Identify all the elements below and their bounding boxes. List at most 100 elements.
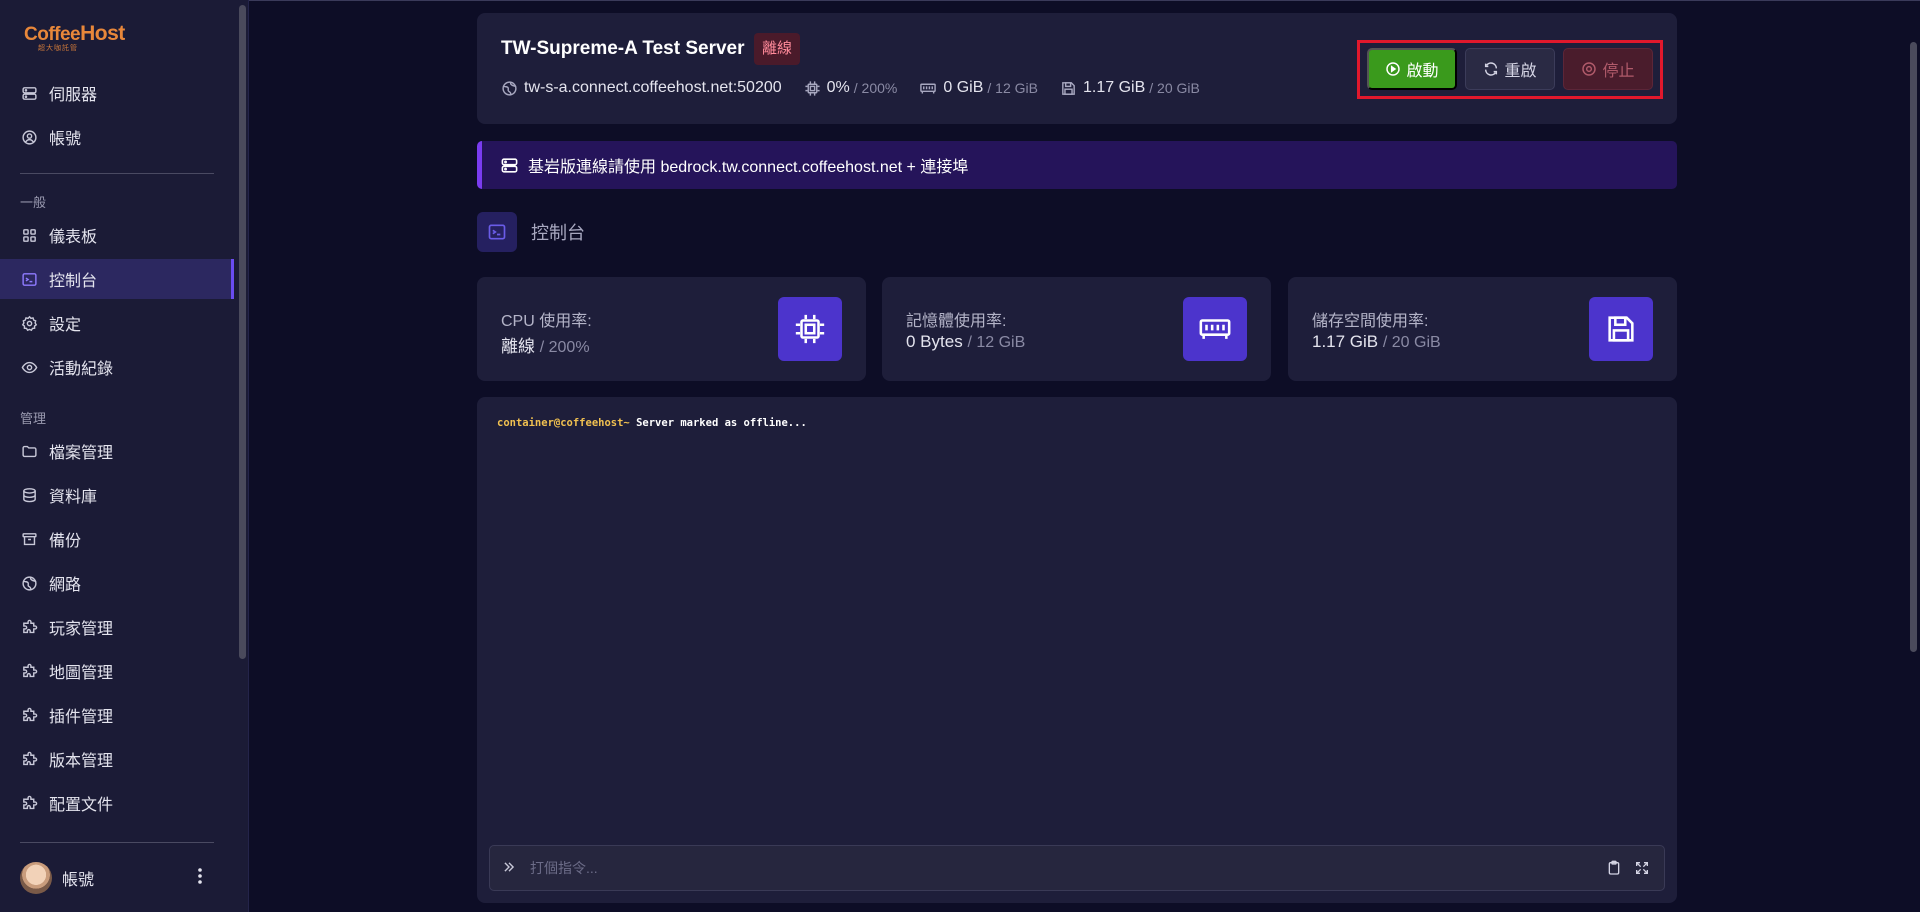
memory-usage-limit: / 12 GiB [967,334,1026,351]
cpu-chip-icon [805,80,820,96]
notice-text: 基岩版連線請使用 bedrock.tw.connect.coffeehost.n… [528,159,969,176]
storage-usage-value-row: 1.17 GiB / 20 GiB [1312,332,1441,352]
sidebar-item-label: 插件管理 [49,709,114,726]
restart-button-label: 重啟 [1504,63,1537,80]
disk-limit: / 20 GiB [1149,80,1200,96]
globe-icon [20,574,38,592]
cpu-usage-limit: / 200% [539,339,590,356]
sidebar-item-map-manager[interactable]: 地圖管理 [0,651,234,691]
memory-usage-label: 記憶體使用率: [906,313,1007,330]
sidebar-item-config-files[interactable]: 配置文件 [0,783,234,823]
coffeehost-logo[interactable]: CoffeeHost 超大咖託管 [24,22,125,52]
storage-usage-card: 儲存空間使用率: 1.17 GiB / 20 GiB [1288,277,1677,381]
user-circle-icon [20,128,38,146]
sidebar-item-label: 網路 [49,577,82,594]
sidebar-item-label: 設定 [49,317,82,334]
server-icon [501,157,518,173]
memory-usage-value: 0 Bytes [906,332,963,351]
disk-value: 1.17 GiB [1082,79,1146,96]
memory-limit: / 12 GiB [987,80,1038,96]
section-label-general: 一般 [20,195,47,210]
eye-icon [20,358,38,376]
sidebar-item-backups[interactable]: 備份 [0,519,234,559]
database-icon [20,486,38,504]
server-title: TW-Supreme-A Test Server [501,38,745,59]
start-button-label: 啟動 [1406,63,1439,80]
stop-button[interactable]: 停止 [1563,48,1653,90]
console-output-line: container@coffeehost~ Server marked as o… [497,417,807,429]
more-vertical-icon[interactable] [192,868,208,888]
storage-usage-value: 1.17 GiB [1312,332,1379,351]
floppy-disk-icon [1062,81,1075,95]
status-badge: 離線 [754,33,801,65]
sidebar-item-console[interactable]: 控制台 [0,259,234,299]
puzzle-icon [20,662,38,680]
sidebar-item-label: 備份 [49,533,82,550]
sidebar-item-label: 控制台 [49,273,98,290]
sidebar-scrollbar[interactable] [239,5,246,659]
sidebar-divider [20,173,214,174]
archive-icon [20,530,38,548]
stop-button-label: 停止 [1602,63,1635,80]
sidebar-item-activity-log[interactable]: 活動紀錄 [0,347,234,387]
sidebar-item-settings[interactable]: 設定 [0,303,234,343]
disk-stat: 1.17 GiB/ 20 GiB [1060,79,1200,97]
server-icon [20,84,38,102]
cpu-usage-card: CPU 使用率: 離線 / 200% [477,277,866,381]
globe-icon [502,80,517,96]
logo-text-host: Host [80,22,125,45]
sidebar-item-label: 伺服器 [49,87,98,104]
sidebar-item-label: 玩家管理 [49,621,114,638]
stop-circle-icon [1582,62,1597,76]
storage-usage-limit: / 20 GiB [1382,334,1441,351]
cpu-stat: 0%/ 200% [804,79,898,97]
start-button[interactable]: 啟動 [1367,48,1457,90]
address-text: tw-s-a.connect.coffeehost.net:50200 [524,79,782,96]
page-scrollbar[interactable] [1910,42,1917,652]
memory-icon [920,83,937,93]
user-menu[interactable]: 帳號 [20,862,220,894]
clipboard-icon[interactable] [1606,860,1622,876]
sidebar-item-version-manager[interactable]: 版本管理 [0,739,234,779]
gear-icon [20,314,38,332]
refresh-icon [1485,62,1498,76]
console-tools [1594,860,1650,876]
memory-usage-value-row: 0 Bytes / 12 GiB [906,332,1025,352]
floppy-disk-icon [1589,297,1653,361]
puzzle-icon [20,706,38,724]
memory-usage-card: 記憶體使用率: 0 Bytes / 12 GiB [882,277,1271,381]
puzzle-icon [20,794,38,812]
sidebar-item-label: 資料庫 [49,489,98,506]
server-address[interactable]: tw-s-a.connect.coffeehost.net:50200 [501,79,782,97]
sidebar-item-database[interactable]: 資料庫 [0,475,234,515]
sidebar-item-network[interactable]: 網路 [0,563,234,603]
console-panel[interactable]: container@coffeehost~ Server marked as o… [477,397,1677,903]
sidebar-item-account[interactable]: 帳號 [0,117,234,157]
sidebar-item-label: 檔案管理 [49,445,114,462]
play-circle-icon [1386,62,1401,76]
logo-text-coffee: Coffee [24,24,81,45]
server-stats-row: tw-s-a.connect.coffeehost.net:50200 0% / … [501,79,1222,97]
command-bar [489,845,1665,891]
logo-subtitle: 超大咖託管 [38,45,78,52]
cpu-value: 0% [826,79,850,96]
user-name: 帳號 [62,872,95,889]
restart-button[interactable]: 重啟 [1465,48,1555,90]
sidebar-item-label: 活動紀錄 [49,361,114,378]
sidebar-item-dashboard[interactable]: 儀表板 [0,215,234,255]
avatar[interactable] [20,862,52,894]
sidebar-item-plugin-manager[interactable]: 插件管理 [0,695,234,735]
cpu-limit: / 200% [853,80,898,96]
grid-icon [20,226,38,244]
expand-icon[interactable] [1634,860,1650,876]
command-input[interactable] [530,860,1594,876]
sidebar-item-label: 儀表板 [49,229,98,246]
sidebar-item-servers[interactable]: 伺服器 [0,73,234,113]
folder-icon [20,442,38,460]
puzzle-icon [20,618,38,636]
cpu-usage-label: CPU 使用率: [501,313,592,330]
sidebar-item-label: 版本管理 [49,753,114,770]
sidebar-item-player-manager[interactable]: 玩家管理 [0,607,234,647]
memory-value: 0 GiB [943,79,984,96]
sidebar-item-file-manager[interactable]: 檔案管理 [0,431,234,471]
